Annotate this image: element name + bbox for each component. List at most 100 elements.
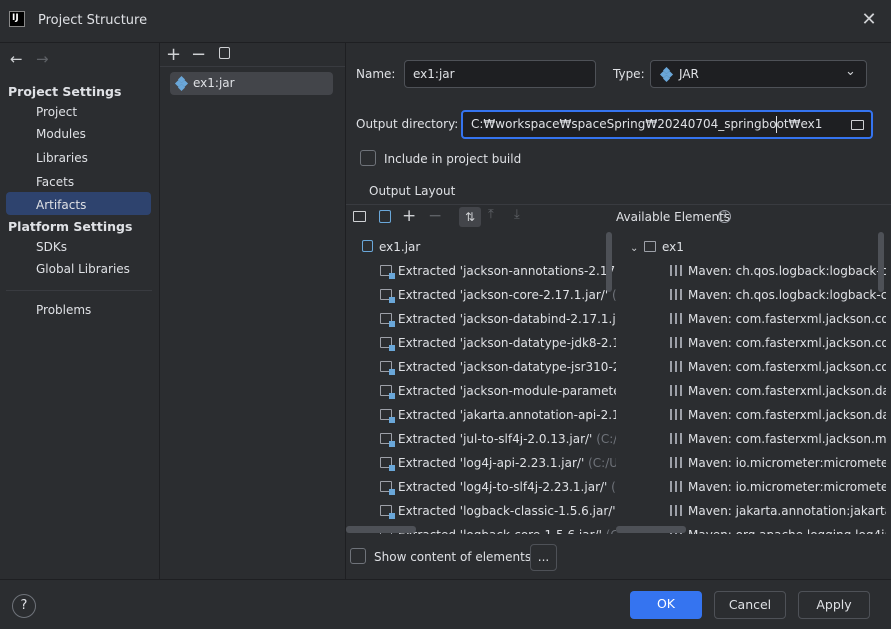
ok-button[interactable]: OK	[630, 591, 702, 619]
include-in-build-checkbox[interactable]	[360, 150, 376, 166]
add-icon[interactable]: +	[166, 44, 181, 65]
forward-arrow-icon[interactable]: →	[36, 50, 49, 68]
extracted-jar-icon	[380, 313, 395, 327]
available-hscroll-track	[616, 525, 886, 534]
folder-browse-icon[interactable]	[851, 120, 864, 130]
library-icon	[670, 289, 682, 300]
artifact-item-label: ex1:jar	[193, 76, 235, 90]
available-row[interactable]: Maven: com.fasterxml.jackson.core:ja	[670, 355, 886, 379]
sidebar-item-modules[interactable]: Modules	[36, 127, 86, 141]
layout-row[interactable]: Extracted 'jakarta.annotation-api-2.1.1.…	[380, 403, 616, 427]
sidebar-item-libraries[interactable]: Libraries	[36, 151, 88, 165]
available-row-label: Maven: com.fasterxml.jackson.dataty	[688, 384, 886, 398]
toolbar-divider	[160, 66, 345, 67]
output-directory-value: C:₩workspace₩spaceSpring₩20240704_spring…	[471, 117, 823, 131]
output-directory-label: Output directory:	[356, 117, 459, 131]
available-vscrollbar[interactable]	[878, 232, 884, 292]
extracted-jar-icon	[380, 289, 395, 303]
available-row-label: Maven: com.fasterxml.jackson.dataty	[688, 408, 886, 422]
output-directory-field[interactable]: C:₩workspace₩spaceSpring₩20240704_spring…	[461, 110, 873, 139]
title-divider	[0, 42, 891, 43]
available-row[interactable]: Maven: com.fasterxml.jackson.dataty	[670, 379, 886, 403]
layout-row[interactable]: Extracted 'jackson-module-parameter-name…	[380, 379, 616, 403]
layout-row-path: (C:/Users	[588, 456, 616, 470]
create-archive-icon[interactable]	[379, 210, 391, 223]
sidebar-item-global-libraries[interactable]: Global Libraries	[36, 262, 130, 276]
available-row[interactable]: Maven: com.fasterxml.jackson.core:ja	[670, 331, 886, 355]
move-down-icon[interactable]: ⤓	[514, 207, 520, 222]
dialog-title: Project Structure	[38, 13, 148, 28]
sidebar-item-facets[interactable]: Facets	[36, 175, 74, 189]
sidebar-item-artifacts[interactable]: Artifacts	[36, 198, 86, 212]
tab-output-layout[interactable]: Output Layout	[369, 184, 455, 198]
layout-divider	[346, 204, 891, 205]
cancel-button[interactable]: Cancel	[714, 591, 786, 619]
library-icon	[670, 361, 682, 372]
copy-icon[interactable]	[219, 47, 230, 59]
more-options-button[interactable]: ...	[530, 544, 557, 571]
layout-row[interactable]: Extracted 'jul-to-slf4j-2.0.13.jar/' (C:…	[380, 427, 616, 451]
available-row[interactable]: Maven: com.fasterxml.jackson.dataty	[670, 403, 886, 427]
layout-vscrollbar[interactable]	[606, 232, 612, 292]
back-arrow-icon[interactable]: ←	[10, 50, 23, 68]
jar-type-icon	[659, 66, 674, 83]
extracted-jar-icon	[380, 409, 395, 423]
remove-icon[interactable]: −	[191, 44, 206, 65]
layout-row[interactable]: Extracted 'jackson-datatype-jsr310-2.17.…	[380, 355, 616, 379]
available-row[interactable]: Maven: jakarta.annotation:jakarta.ann	[670, 499, 886, 523]
create-directory-icon[interactable]	[353, 211, 366, 222]
close-icon[interactable]: ✕	[860, 11, 878, 29]
available-row[interactable]: Maven: io.micrometer:micrometer-co	[670, 451, 886, 475]
available-row-label: Maven: io.micrometer:micrometer-ob	[688, 480, 886, 494]
available-elements-tree[interactable]: ⌄ ex1 Maven: ch.qos.logback:logback-class…	[616, 234, 886, 534]
help-icon[interactable]: ?	[718, 210, 731, 223]
move-up-icon[interactable]: ⤒	[488, 207, 494, 222]
footer-divider	[0, 579, 891, 580]
name-value: ex1:jar	[413, 67, 455, 81]
available-row[interactable]: Maven: ch.qos.logback:logback-core:	[670, 283, 886, 307]
include-in-build-label: Include in project build	[384, 152, 522, 166]
available-root[interactable]: ⌄ ex1	[630, 235, 684, 259]
available-hscrollbar[interactable]	[616, 526, 686, 533]
type-value: JAR	[679, 67, 699, 81]
show-content-label: Show content of elements	[374, 550, 532, 564]
layout-hscrollbar[interactable]	[346, 526, 416, 533]
layout-row[interactable]: Extracted 'jackson-datatype-jdk8-2.17.1.…	[380, 331, 616, 355]
name-field[interactable]: ex1:jar	[404, 60, 596, 88]
extracted-jar-icon	[380, 337, 395, 351]
sort-icon[interactable]: ⇅	[459, 207, 481, 227]
available-row[interactable]: Maven: com.fasterxml.jackson.core:ja	[670, 307, 886, 331]
library-icon	[670, 313, 682, 324]
layout-row-name: Extracted 'jackson-datatype-jsr310-2.17.…	[398, 360, 616, 374]
layout-row[interactable]: Extracted 'log4j-api-2.23.1.jar/' (C:/Us…	[380, 451, 616, 475]
layout-row[interactable]: Extracted 'logback-classic-1.5.6.jar/' (…	[380, 499, 616, 523]
add-copy-icon[interactable]: +	[402, 206, 416, 226]
artifact-item[interactable]: ex1:jar	[170, 72, 333, 95]
layout-row[interactable]: Extracted 'jackson-databind-2.17.1.jar/'…	[380, 307, 616, 331]
available-row[interactable]: Maven: ch.qos.logback:logback-classic	[670, 259, 886, 283]
available-row[interactable]: Maven: io.micrometer:micrometer-ob	[670, 475, 886, 499]
sidebar-item-sdks[interactable]: SDKs	[36, 240, 67, 254]
output-layout-tree[interactable]: ex1.jar Extracted 'jackson-annotations-2…	[346, 234, 616, 534]
layout-row[interactable]: Extracted 'jackson-annotations-2.17.1.ja…	[380, 259, 616, 283]
available-row-label: Maven: ch.qos.logback:logback-classic	[688, 264, 886, 278]
help-button[interactable]: ?	[12, 594, 36, 618]
show-content-checkbox[interactable]	[350, 548, 366, 564]
sidebar-item-project[interactable]: Project	[36, 105, 77, 119]
layout-root[interactable]: ex1.jar	[362, 235, 420, 259]
intellij-app-icon: IJ	[9, 11, 25, 27]
apply-button[interactable]: Apply	[798, 591, 870, 619]
extracted-jar-icon	[380, 433, 395, 447]
available-elements-header: Available Elements	[616, 210, 731, 224]
available-row-label: Maven: com.fasterxml.jackson.core:ja	[688, 312, 886, 326]
available-row-label: Maven: com.fasterxml.jackson.core:ja	[688, 360, 886, 374]
layout-row[interactable]: Extracted 'jackson-core-2.17.1.jar/' (C:…	[380, 283, 616, 307]
available-row[interactable]: Maven: com.fasterxml.jackson.modu	[670, 427, 886, 451]
extracted-jar-icon	[380, 505, 395, 519]
remove-element-icon[interactable]: −	[428, 206, 442, 226]
sidebar-item-problems[interactable]: Problems	[36, 303, 91, 317]
layout-row[interactable]: Extracted 'log4j-to-slf4j-2.23.1.jar/' (…	[380, 475, 616, 499]
type-select[interactable]: JAR ⌄	[650, 60, 867, 88]
chevron-down-icon[interactable]: ⌄	[630, 237, 644, 261]
available-row-label: Maven: com.fasterxml.jackson.core:ja	[688, 336, 886, 350]
